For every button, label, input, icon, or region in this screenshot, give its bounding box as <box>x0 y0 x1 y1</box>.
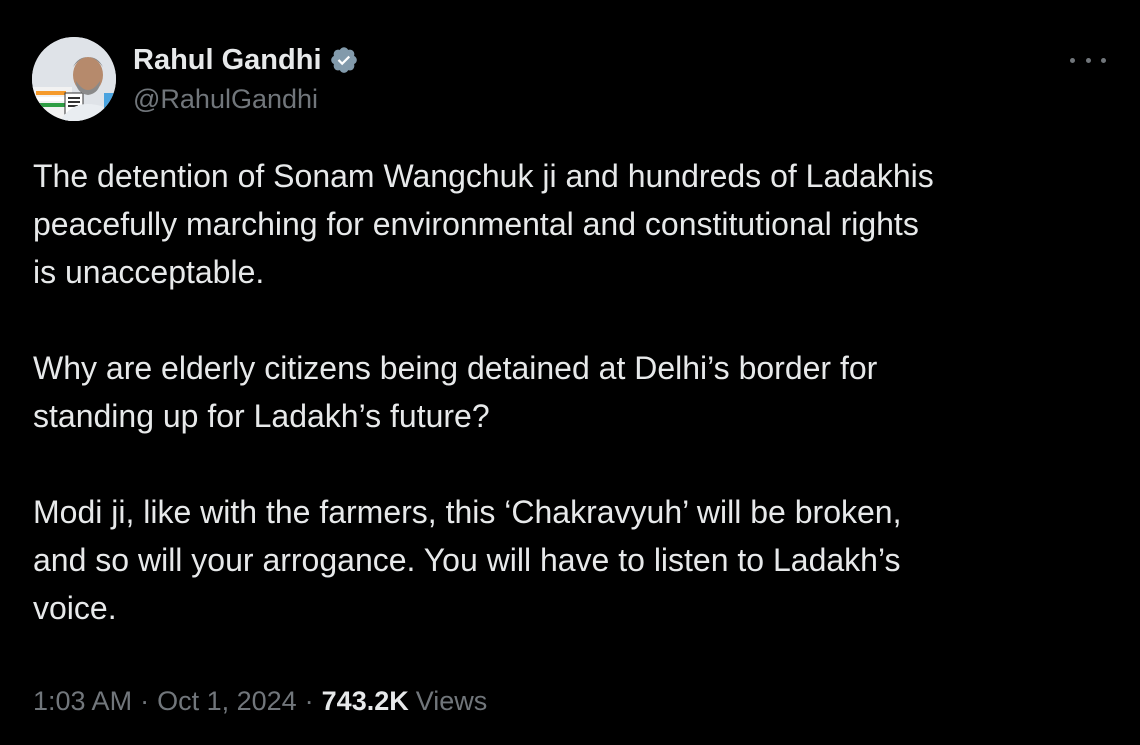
meta-separator: · <box>304 686 314 716</box>
tweet-card: Rahul Gandhi @RahulGandhi The detention … <box>0 0 1140 745</box>
tweet-meta: 1:03 AM · Oct 1, 2024 · 743.2K Views <box>33 686 487 717</box>
more-options-icon <box>1070 57 1075 63</box>
more-options-icon-dot <box>1101 57 1106 63</box>
tweet-paragraph: Modi ji, like with the farmers, this ‘Ch… <box>33 494 902 626</box>
more-options-button[interactable] <box>1070 48 1106 72</box>
avatar-image <box>32 37 116 121</box>
tweet-text: The detention of Sonam Wangchuk ji and h… <box>33 152 1113 632</box>
avatar[interactable] <box>32 37 116 121</box>
tweet-paragraph: Why are elderly citizens being detained … <box>33 350 878 434</box>
views-count[interactable]: 743.2K <box>322 686 409 717</box>
author-name-row: Rahul Gandhi <box>133 42 359 78</box>
more-options-icon-dot <box>1085 57 1091 63</box>
tweet-paragraph: The detention of Sonam Wangchuk ji and h… <box>33 158 934 290</box>
meta-separator: · <box>140 686 150 716</box>
tweet-date[interactable]: Oct 1, 2024 <box>157 686 297 717</box>
views-label: Views <box>415 686 488 716</box>
author-handle[interactable]: @RahulGandhi <box>133 84 318 115</box>
tweet-time[interactable]: 1:03 AM <box>33 686 132 717</box>
verified-badge-icon <box>329 45 359 75</box>
author-display-name[interactable]: Rahul Gandhi <box>133 44 322 77</box>
